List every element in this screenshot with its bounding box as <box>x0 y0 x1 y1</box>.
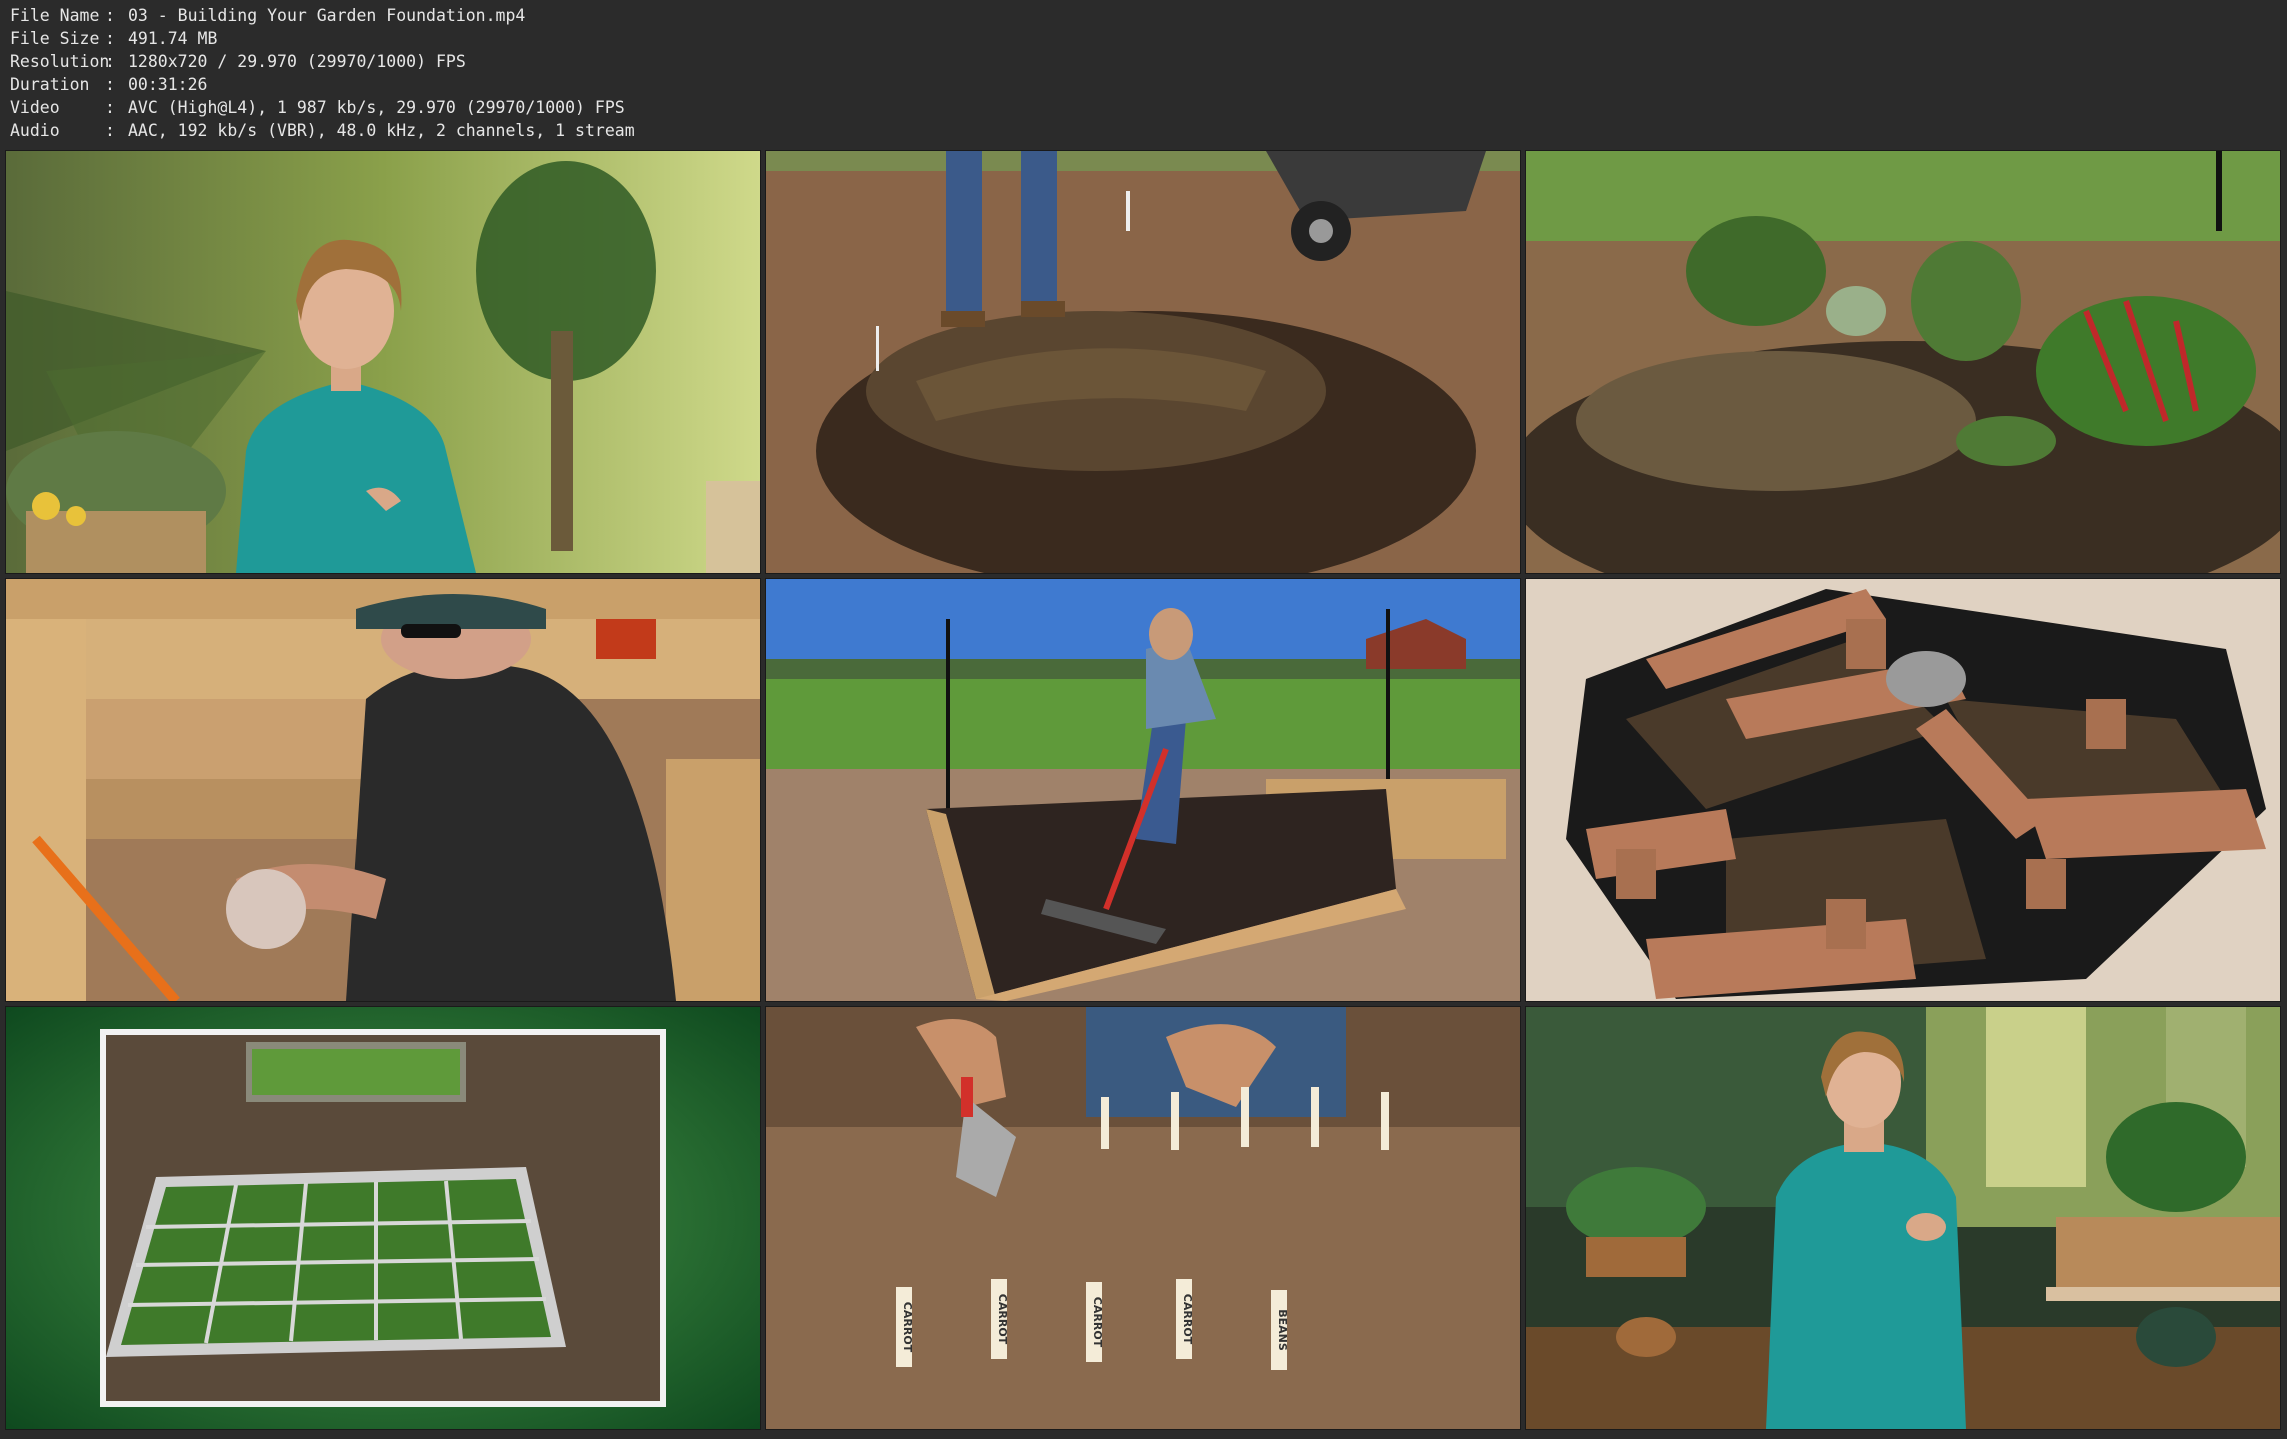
info-separator: : <box>105 98 115 117</box>
info-key: Video <box>10 98 60 117</box>
info-value: 491.74 MB <box>128 29 218 48</box>
thumbnail-labeled-stakes: CARROT CARROT CARROT CARROT BEANS <box>765 1006 1521 1430</box>
presenter-set-image <box>1526 1007 2280 1429</box>
planted-mound-image <box>1526 151 2280 573</box>
info-row-video: Video : AVC (High@L4), 1 987 kb/s, 29.97… <box>10 96 635 119</box>
thumbnail-compost-pile <box>765 150 1521 574</box>
info-row-audio: Audio : AAC, 192 kb/s (VBR), 48.0 kHz, 2… <box>10 119 635 142</box>
info-value: AVC (High@L4), 1 987 kb/s, 29.970 (29970… <box>128 98 625 117</box>
info-row-resolution: Resolution : 1280x720 / 29.970 (29970/10… <box>10 50 635 73</box>
stake-label: CARROT <box>901 1302 914 1353</box>
info-key: File Size <box>10 29 100 48</box>
info-row-file-size: File Size : 491.74 MB <box>10 27 635 50</box>
presenter-intro-image <box>6 151 760 573</box>
info-value: 03 - Building Your Garden Foundation.mp4 <box>128 6 526 25</box>
media-info-panel: File Name : 03 - Building Your Garden Fo… <box>10 4 635 142</box>
info-key: Audio <box>10 121 60 140</box>
info-key: File Name <box>10 6 100 25</box>
thumbnail-raking-soil <box>765 578 1521 1002</box>
thumbnail-grid: CARROT CARROT CARROT CARROT BEANS <box>5 150 2281 1430</box>
square-foot-garden-image <box>6 1007 760 1429</box>
info-key: Duration <box>10 75 90 94</box>
stake-label: CARROT <box>996 1294 1009 1345</box>
stake-label: CARROT <box>1181 1294 1194 1345</box>
info-separator: : <box>105 121 115 140</box>
info-value: 1280x720 / 29.970 (29970/1000) FPS <box>128 52 466 71</box>
building-raised-bed-image <box>6 579 760 1001</box>
labeled-stakes-image: CARROT CARROT CARROT CARROT BEANS <box>766 1007 1520 1429</box>
thumbnail-presenter-set <box>1525 1006 2281 1430</box>
info-value: AAC, 192 kb/s (VBR), 48.0 kHz, 2 channel… <box>128 121 635 140</box>
info-separator: : <box>105 29 115 48</box>
thumbnail-building-raised-bed <box>5 578 761 1002</box>
stake-label: CARROT <box>1091 1297 1104 1348</box>
thumbnail-brick-planter <box>1525 578 2281 1002</box>
info-separator: : <box>105 75 115 94</box>
info-value: 00:31:26 <box>128 75 208 94</box>
thumbnail-presenter-intro <box>5 150 761 574</box>
info-separator: : <box>105 6 115 25</box>
brick-planter-image <box>1526 579 2280 1001</box>
raking-soil-image <box>766 579 1520 1001</box>
thumbnail-square-foot-garden <box>5 1006 761 1430</box>
compost-pile-image <box>766 151 1520 573</box>
info-key: Resolution <box>10 52 110 71</box>
info-row-file-name: File Name : 03 - Building Your Garden Fo… <box>10 4 635 27</box>
info-separator: : <box>105 52 115 71</box>
thumbnail-planted-mound <box>1525 150 2281 574</box>
stake-label: BEANS <box>1276 1309 1289 1351</box>
info-row-duration: Duration : 00:31:26 <box>10 73 635 96</box>
